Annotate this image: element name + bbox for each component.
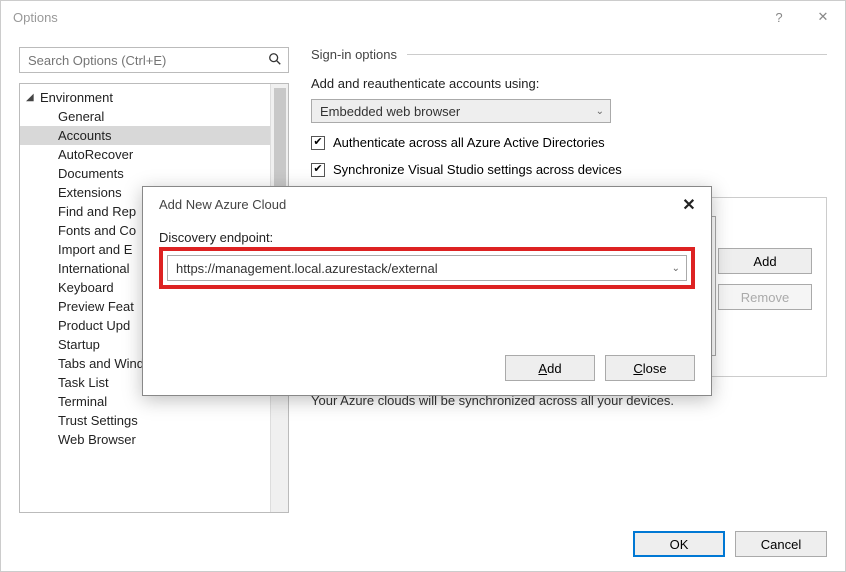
dialog-footer: OK Cancel [623,531,827,557]
options-window: Options ? ✕ ◢EnvironmentGeneralAccountsA… [0,0,846,572]
ok-button[interactable]: OK [633,531,725,557]
modal-close-button-2[interactable]: Close [605,355,695,381]
add-azure-cloud-dialog: Add New Azure Cloud ✕ Discovery endpoint… [142,186,712,396]
titlebar: Options ? ✕ [1,1,845,33]
chevron-down-icon: ⌄ [672,263,680,274]
synchronize-checkbox-row[interactable]: ✔ Synchronize Visual Studio settings acr… [311,162,827,177]
modal-add-button[interactable]: Add [505,355,595,381]
section-title-text: Sign-in options [311,47,397,62]
authenticate-label: Authenticate across all Azure Active Dir… [333,135,605,150]
discovery-endpoint-value: https://management.local.azurestack/exte… [176,261,438,276]
section-header: Sign-in options [311,47,827,62]
discovery-endpoint-label: Discovery endpoint: [159,230,695,245]
cancel-button[interactable]: Cancel [735,531,827,557]
tree-item-general[interactable]: General [20,107,270,126]
highlight-annotation: https://management.local.azurestack/exte… [159,247,695,289]
search-icon [266,52,284,69]
checkbox-checked-icon[interactable]: ✔ [311,163,325,177]
close-window-button[interactable]: ✕ [801,1,845,33]
modal-buttons: Add Close [495,355,695,381]
remove-cloud-button: Remove [718,284,812,310]
search-input[interactable] [24,53,266,68]
search-field[interactable] [19,47,289,73]
azure-clouds-buttons: Add Remove [718,248,812,320]
expand-arrow-icon: ◢ [26,92,40,103]
tree-item-web-browser[interactable]: Web Browser [20,430,270,449]
accounts-method-value: Embedded web browser [320,104,460,119]
checkbox-checked-icon[interactable]: ✔ [311,136,325,150]
tree-root-environment[interactable]: ◢Environment [20,88,270,107]
help-button[interactable]: ? [757,1,801,33]
authenticate-checkbox-row[interactable]: ✔ Authenticate across all Azure Active D… [311,135,827,150]
accounts-using-label: Add and reauthenticate accounts using: [311,76,827,91]
synchronize-label: Synchronize Visual Studio settings acros… [333,162,622,177]
accounts-method-dropdown[interactable]: Embedded web browser ⌄ [311,99,611,123]
discovery-endpoint-input[interactable]: https://management.local.azurestack/exte… [167,255,687,281]
modal-title: Add New Azure Cloud [159,197,695,212]
section-divider [407,54,827,55]
modal-close-button[interactable]: ✕ [677,195,701,215]
tree-item-documents[interactable]: Documents [20,164,270,183]
tree-item-accounts[interactable]: Accounts [20,126,270,145]
chevron-down-icon: ⌄ [596,106,604,117]
tree-item-autorecover[interactable]: AutoRecover [20,145,270,164]
add-cloud-button[interactable]: Add [718,248,812,274]
window-title: Options [13,10,757,25]
tree-item-trust-settings[interactable]: Trust Settings [20,411,270,430]
